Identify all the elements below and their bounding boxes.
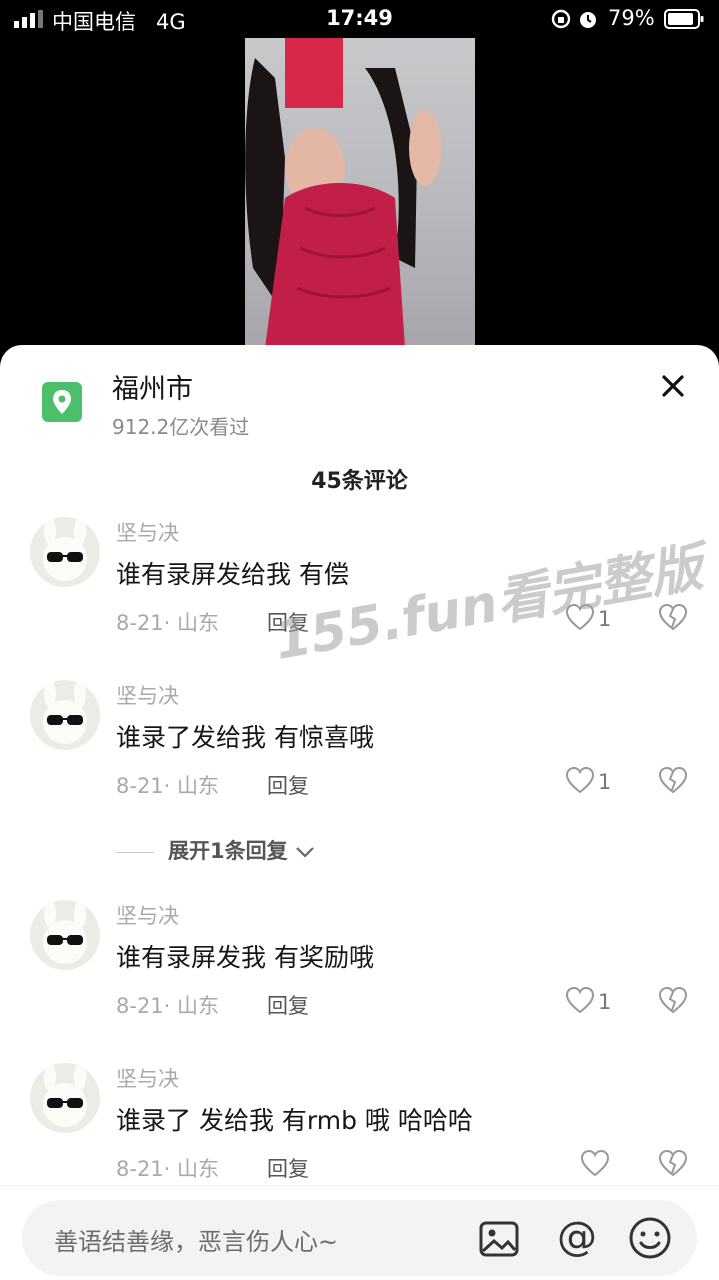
status-bar: 中国电信 4G 17:49 79% — [0, 0, 719, 38]
broken-heart-icon[interactable] — [658, 603, 688, 633]
view-count: 912.2亿次看过 — [112, 415, 250, 439]
image-icon[interactable] — [478, 1218, 520, 1260]
expand-replies-button[interactable]: 展开1条回复 — [116, 835, 316, 865]
reply-button[interactable]: 回复 — [267, 770, 309, 800]
comment-item: 坚与决 谁有录屏发我 有奖励哦 8-21· 山东 回复 1 — [0, 900, 719, 1050]
avatar[interactable] — [30, 517, 100, 587]
heart-icon[interactable] — [580, 1149, 610, 1179]
comment-date-location: 8-21· 山东 — [116, 774, 220, 798]
comment-text: 谁有录屏发我 有奖励哦 — [116, 943, 374, 972]
comment-username[interactable]: 坚与决 — [116, 1063, 179, 1093]
video-frame — [245, 38, 441, 348]
avatar[interactable] — [30, 900, 100, 970]
close-icon[interactable] — [656, 369, 690, 403]
rotation-lock-icon — [551, 9, 571, 29]
comment-text: 谁有录屏发给我 有偿 — [116, 560, 349, 589]
location-title[interactable]: 福州市 — [112, 367, 193, 406]
comment-text: 谁录了发给我 有惊喜哦 — [116, 723, 374, 752]
divider — [116, 851, 154, 853]
broken-heart-icon[interactable] — [658, 1149, 688, 1179]
comment-username[interactable]: 坚与决 — [116, 900, 179, 930]
comment-input[interactable]: 善语结善缘，恶言伤人心~ @ — [22, 1200, 697, 1276]
avatar[interactable] — [30, 1063, 100, 1133]
comment-text: 谁录了 发给我 有rmb 哦 哈哈哈 — [116, 1106, 473, 1135]
emoji-icon[interactable] — [628, 1216, 672, 1260]
like-count: 1 — [598, 770, 612, 794]
expand-replies-label: 展开1条回复 — [168, 839, 288, 863]
battery-icon — [664, 9, 704, 29]
comment-input-bar: 善语结善缘，恶言伤人心~ @ — [0, 1185, 719, 1280]
comment-count-title: 45条评论 — [311, 469, 408, 494]
alarm-icon — [580, 12, 596, 28]
at-icon[interactable]: @ — [554, 1214, 600, 1260]
battery-percentage: 79% — [608, 6, 655, 30]
comment-date-location: 8-21· 山东 — [116, 994, 220, 1018]
heart-icon[interactable] — [565, 766, 595, 796]
video-preview[interactable] — [245, 38, 475, 348]
chevron-down-icon — [296, 847, 315, 858]
map-pin-icon[interactable] — [42, 382, 82, 422]
heart-icon[interactable] — [565, 986, 595, 1016]
comment-date-location: 8-21· 山东 — [116, 1157, 220, 1181]
comment-item: 坚与决 谁录了发给我 有惊喜哦 8-21· 山东 回复 1 — [0, 680, 719, 830]
comment-input-placeholder: 善语结善缘，恶言伤人心~ — [54, 1228, 339, 1256]
comment-username[interactable]: 坚与决 — [116, 517, 179, 547]
like-count: 1 — [598, 990, 612, 1014]
reply-button[interactable]: 回复 — [267, 990, 309, 1020]
comment-username[interactable]: 坚与决 — [116, 680, 179, 710]
comment-date-location: 8-21· 山东 — [116, 611, 220, 635]
broken-heart-icon[interactable] — [658, 766, 688, 796]
status-icons — [551, 9, 596, 29]
comments-sheet: 福州市 912.2亿次看过 45条评论 坚与决 谁有录屏发给我 有偿 8-21·… — [0, 345, 719, 1280]
broken-heart-icon[interactable] — [658, 986, 688, 1016]
avatar[interactable] — [30, 680, 100, 750]
reply-button[interactable]: 回复 — [267, 1153, 309, 1183]
